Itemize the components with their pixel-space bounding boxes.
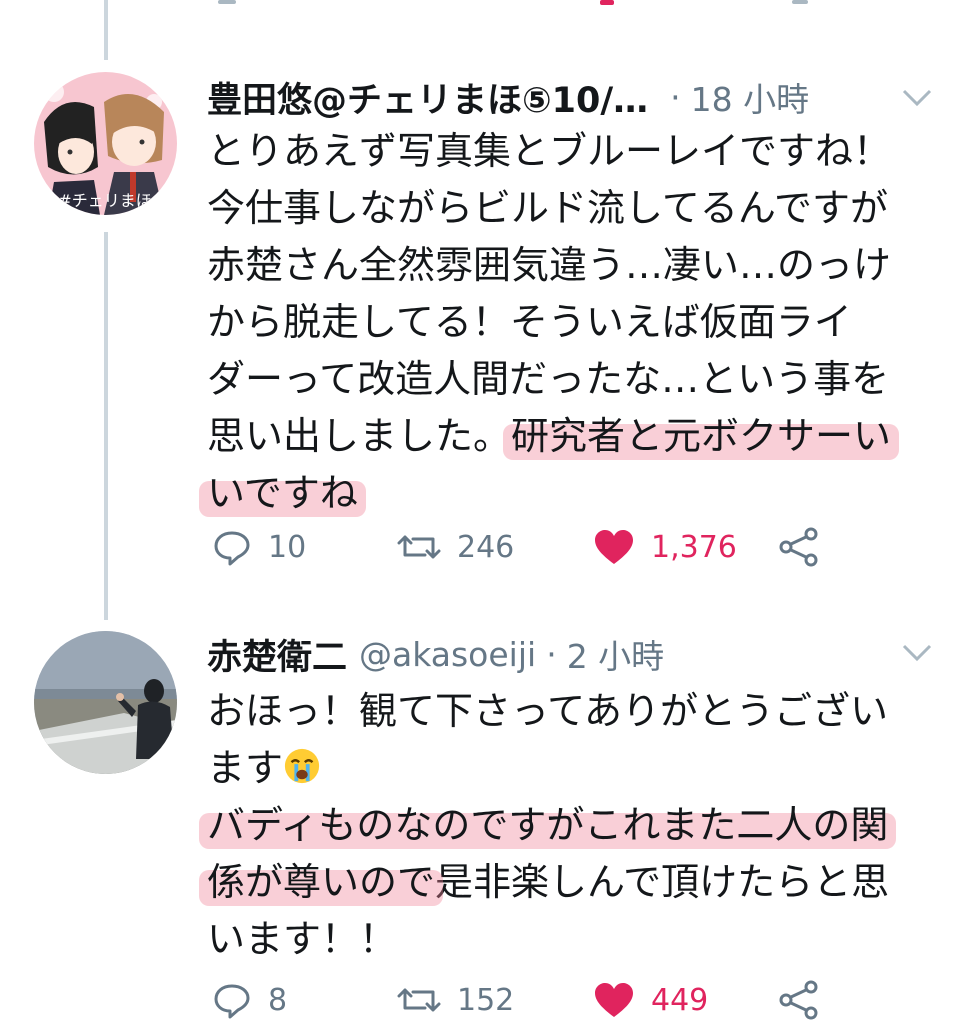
tweet-text-line: ダーって改造人間だったな…という事を (207, 351, 947, 408)
tweet-header: 赤楚衛二 @akasoeiji · 2 小時 (207, 629, 664, 679)
share-icon (779, 527, 818, 567)
reply-count: 10 (268, 529, 307, 565)
text-segment: ます (207, 746, 284, 790)
retweet-icon (397, 535, 441, 559)
highlighted-text: バディものなのですがこれまた二人の関 (207, 803, 889, 847)
tweet-text: おほっ！観て下さってありがとうござい ます バディものなのですがこれまた二人の関 係が… (207, 683, 947, 968)
author-handle[interactable]: @akasoeiji (359, 635, 536, 674)
chevron-down-icon[interactable] (902, 88, 932, 108)
separator: · (670, 77, 681, 117)
tweet[interactable]: 赤楚衛二 @akasoeiji · 2 小時 おほっ！観て下さってありがとうござ… (0, 615, 971, 1024)
share-button[interactable] (777, 975, 821, 1025)
text-segment: から脱走してる！そういえば仮面ライ (207, 300, 852, 344)
tweet-text-line: 係が尊いので是非楽しんで頂けたらと思 (207, 854, 947, 911)
heart-icon (595, 983, 633, 1017)
like-button[interactable]: 449 (593, 975, 708, 1025)
text-segment: おほっ！観て下さってありがとうござい (207, 689, 888, 733)
text-segment: います！！ (207, 917, 398, 961)
tweet-text-line: います！！ (207, 911, 947, 968)
chevron-down-icon[interactable] (902, 643, 932, 663)
reply-button[interactable]: 10 (212, 522, 306, 572)
retweet-count: 246 (457, 529, 515, 565)
avatar[interactable] (34, 631, 177, 774)
author-name[interactable]: 赤楚衛二 (207, 629, 347, 680)
reply-count: 8 (268, 982, 288, 1018)
author-name[interactable]: 豊田悠@チェリまほ⑤10/… (207, 72, 648, 123)
text-segment: 今仕事しながらビルド流してるんですが (207, 186, 888, 230)
text-segment: ダーって改造人間だったな…という事を (207, 357, 890, 401)
crying-face-icon (283, 744, 321, 784)
tweet-text: とりあえず写真集とブルーレイですね！ 今仕事しながらビルド流してるんですが 赤楚さん… (207, 123, 947, 522)
tweet-text-line: から脱走してる！そういえば仮面ライ (207, 294, 947, 351)
like-count: 449 (651, 982, 709, 1018)
timestamp[interactable]: 2 小時 (567, 630, 665, 678)
tweet-text-line: とりあえず写真集とブルーレイですね！ (207, 123, 947, 180)
retweet-icon (397, 988, 441, 1012)
tweet-text-line: おほっ！観て下さってありがとうござい (207, 683, 947, 740)
text-segment: 思い出しました。 (207, 414, 512, 458)
tweet-text-line: ます (207, 740, 947, 797)
separator: · (546, 634, 557, 674)
retweet-button[interactable]: 152 (397, 975, 514, 1025)
tweet[interactable]: #チェリまほ 豊田悠@チェリまほ⑤10/… · 18 小時 とりあえず写真集とブ… (0, 0, 971, 615)
like-button[interactable]: 1,376 (593, 522, 737, 572)
reply-icon (214, 984, 250, 1019)
svg-text:#チェリまほ: #チェリまほ (58, 191, 151, 210)
highlighted-text: いですね (207, 471, 358, 515)
retweet-button[interactable]: 246 (397, 522, 514, 572)
tweet-text-line: バディものなのですがこれまた二人の関 (207, 797, 947, 854)
tweet-text-line: 今仕事しながらビルド流してるんですが (207, 180, 947, 237)
text-segment: とりあえず写真集とブルーレイですね！ (207, 129, 892, 173)
tweet-text-line: いですね (207, 465, 947, 522)
tweet-text-line: 思い出しました。研究者と元ボクサーい (207, 408, 947, 465)
heart-icon (595, 530, 633, 564)
like-count: 1,376 (651, 529, 737, 565)
reply-button[interactable]: 8 (212, 975, 287, 1025)
text-segment: 赤楚さん全然雰囲気違う…凄い…のっけ (207, 243, 892, 287)
retweet-count: 152 (457, 982, 515, 1018)
reply-icon (214, 531, 250, 566)
timestamp[interactable]: 18 小時 (691, 73, 809, 121)
tweet-header: 豊田悠@チェリまほ⑤10/… · 18 小時 (207, 72, 809, 122)
share-icon (779, 980, 818, 1020)
text-segment: 是非楽しんで頂けたらと思 (435, 860, 890, 904)
highlighted-text: 係が尊いので (207, 860, 436, 904)
tweet-text-line: 赤楚さん全然雰囲気違う…凄い…のっけ (207, 237, 947, 294)
share-button[interactable] (777, 522, 821, 572)
highlighted-text: 研究者と元ボクサーい (511, 414, 892, 458)
avatar[interactable]: #チェリまほ (34, 72, 177, 215)
